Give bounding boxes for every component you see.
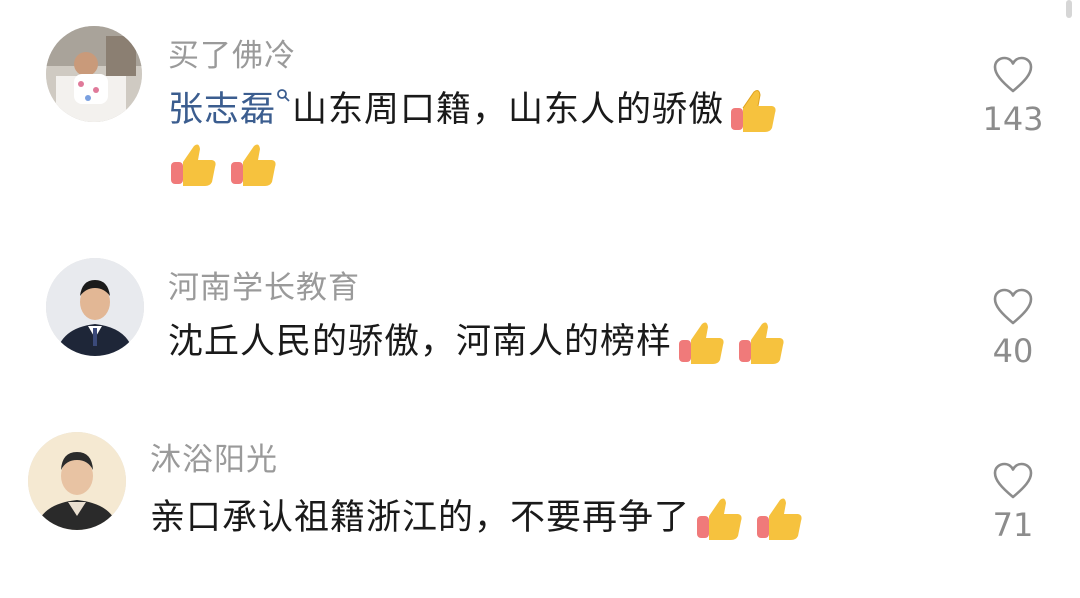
username[interactable]: 沐浴阳光 <box>150 434 278 479</box>
comment-list: 买了佛冷 张志磊 山东周口籍，山东人的骄傲 143 河南学长教育 沈丘人民的骄傲，… <box>0 0 1080 598</box>
thumbs-up-icon <box>739 322 784 364</box>
heart-icon <box>993 462 1033 499</box>
like-count: 40 <box>992 332 1034 370</box>
like-button[interactable]: 143 <box>973 56 1053 138</box>
thumbs-up-icon <box>731 90 776 132</box>
like-count: 143 <box>982 100 1044 138</box>
username[interactable]: 河南学长教育 <box>168 262 360 307</box>
like-button[interactable]: 71 <box>973 462 1053 544</box>
comment-text: 张志磊 山东周口籍，山东人的骄傲 <box>168 86 778 136</box>
like-count: 71 <box>992 506 1034 544</box>
username[interactable]: 买了佛冷 <box>168 30 296 75</box>
thumbs-up-icon <box>679 322 724 364</box>
avatar[interactable] <box>46 26 142 122</box>
comment-text-body: 山东周口籍，山东人的骄傲 <box>292 90 725 130</box>
thumbs-up-icon <box>171 144 216 186</box>
emoji-row <box>164 140 278 190</box>
comment-text: 沈丘人民的骄傲，河南人的榜样 <box>168 318 786 368</box>
avatar[interactable] <box>46 258 144 356</box>
comment-text: 亲口承认祖籍浙江的，不要再争了 <box>150 494 804 544</box>
comment-text-body: 亲口承认祖籍浙江的，不要再争了 <box>150 498 691 538</box>
search-icon <box>277 89 290 102</box>
thumbs-up-icon <box>697 498 742 540</box>
thumbs-up-icon <box>231 144 276 186</box>
scroll-indicator[interactable] <box>1066 0 1072 18</box>
heart-icon <box>993 288 1033 325</box>
thumbs-up-icon <box>757 498 802 540</box>
mention-link[interactable]: 张志磊 <box>168 89 292 130</box>
comment-text-body: 沈丘人民的骄傲，河南人的榜样 <box>168 322 673 362</box>
avatar[interactable] <box>28 432 126 530</box>
like-button[interactable]: 40 <box>973 288 1053 370</box>
heart-icon <box>993 56 1033 93</box>
